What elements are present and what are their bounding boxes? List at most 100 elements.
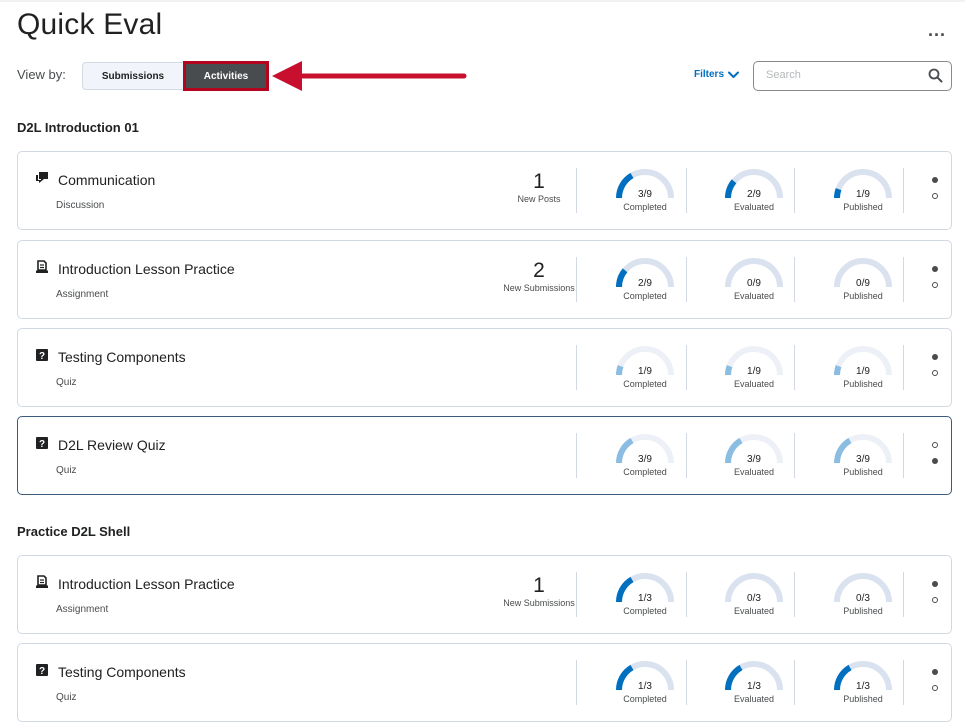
published-gauge[interactable]: 1/9 Published	[828, 168, 898, 218]
divider	[576, 345, 577, 390]
completed-label: Completed	[623, 202, 667, 212]
divider	[686, 345, 687, 390]
activity-type: Assignment	[56, 604, 109, 615]
completed-value: 1/3	[638, 681, 652, 692]
evaluated-gauge[interactable]: 1/9 Evaluated	[719, 345, 789, 395]
completed-label: Completed	[623, 467, 667, 477]
activity-type: Assignment	[56, 289, 109, 300]
card-pagination[interactable]	[930, 442, 942, 472]
activity-card[interactable]: Communication Discussion 1 New Posts 3/9…	[17, 151, 952, 230]
evaluated-value: 1/9	[747, 366, 761, 377]
divider	[576, 660, 577, 705]
page-dot[interactable]	[932, 370, 938, 376]
new-count-label: New Submissions	[503, 598, 575, 608]
evaluated-gauge[interactable]: 3/9 Evaluated	[719, 433, 789, 483]
page-dot[interactable]	[932, 193, 938, 199]
new-count: 1 New Submissions	[484, 574, 594, 608]
activity-name[interactable]: Introduction Lesson Practice	[58, 576, 235, 592]
new-count: 2 New Submissions	[484, 259, 594, 293]
evaluated-label: Evaluated	[733, 291, 775, 301]
divider	[794, 345, 795, 390]
evaluated-gauge[interactable]: 0/9 Evaluated	[719, 257, 789, 307]
page-dot[interactable]	[932, 685, 938, 691]
card-pagination[interactable]	[930, 581, 942, 611]
published-gauge[interactable]: 0/9 Published	[828, 257, 898, 307]
published-gauge[interactable]: 1/9 Published	[828, 345, 898, 395]
divider	[576, 257, 577, 302]
card-pagination[interactable]	[930, 354, 942, 384]
evaluated-value: 0/3	[747, 593, 761, 604]
view-by-toggle: Submissions Activities	[82, 61, 270, 92]
chevron-down-icon	[728, 71, 740, 78]
divider	[686, 168, 687, 213]
completed-value: 1/3	[638, 593, 652, 604]
activity-type: Quiz	[56, 377, 77, 388]
completed-value: 2/9	[638, 278, 652, 289]
evaluated-gauge[interactable]: 2/9 Evaluated	[719, 168, 789, 218]
published-gauge[interactable]: 0/3 Published	[828, 572, 898, 622]
evaluated-label: Evaluated	[733, 606, 775, 616]
new-count-number: 2	[533, 259, 545, 282]
page-dot[interactable]	[932, 282, 938, 288]
divider	[903, 433, 904, 478]
activity-name[interactable]: Testing Components	[58, 349, 186, 365]
completed-label: Completed	[623, 694, 667, 704]
card-pagination[interactable]	[930, 177, 942, 207]
quiz-icon: ?	[35, 436, 49, 455]
svg-text:?: ?	[39, 666, 45, 677]
page-dot[interactable]	[932, 597, 938, 603]
card-pagination[interactable]	[930, 266, 942, 296]
search-field	[753, 61, 952, 91]
completed-gauge[interactable]: 1/3 Completed	[610, 572, 680, 622]
evaluated-label: Evaluated	[733, 467, 775, 477]
activity-card[interactable]: ? D2L Review Quiz Quiz 3/9 Completed 3/9…	[17, 416, 952, 495]
activity-name[interactable]: Introduction Lesson Practice	[58, 261, 235, 277]
divider	[903, 572, 904, 617]
completed-gauge[interactable]: 2/9 Completed	[610, 257, 680, 307]
new-count-label: New Posts	[517, 194, 561, 204]
more-options-button[interactable]: ...	[928, 20, 946, 41]
activity-card[interactable]: Introduction Lesson Practice Assignment …	[17, 555, 952, 634]
view-by-label: View by:	[17, 67, 66, 82]
published-gauge[interactable]: 1/3 Published	[828, 660, 898, 710]
activity-card[interactable]: ? Testing Components Quiz 1/3 Completed …	[17, 643, 952, 722]
filters-button[interactable]: Filters	[694, 69, 740, 80]
completed-gauge[interactable]: 1/3 Completed	[610, 660, 680, 710]
published-label: Published	[843, 379, 883, 389]
page-dot[interactable]	[932, 442, 938, 448]
evaluated-gauge[interactable]: 0/3 Evaluated	[719, 572, 789, 622]
evaluated-value: 0/9	[747, 278, 761, 289]
published-value: 1/9	[856, 366, 870, 377]
activity-card[interactable]: Introduction Lesson Practice Assignment …	[17, 240, 952, 319]
page-dot[interactable]	[932, 669, 938, 675]
activity-name[interactable]: Communication	[58, 172, 155, 188]
activity-card[interactable]: ? Testing Components Quiz 1/9 Completed …	[17, 328, 952, 407]
divider	[794, 433, 795, 478]
completed-value: 3/9	[638, 189, 652, 200]
published-gauge[interactable]: 3/9 Published	[828, 433, 898, 483]
activity-name[interactable]: Testing Components	[58, 664, 186, 680]
evaluated-gauge[interactable]: 1/3 Evaluated	[719, 660, 789, 710]
page-dot[interactable]	[932, 177, 938, 183]
completed-label: Completed	[623, 606, 667, 616]
completed-gauge[interactable]: 3/9 Completed	[610, 168, 680, 218]
divider	[576, 572, 577, 617]
search-icon[interactable]	[928, 68, 943, 83]
evaluated-label: Evaluated	[733, 694, 775, 704]
page-dot[interactable]	[932, 354, 938, 360]
page-dot[interactable]	[932, 458, 938, 464]
completed-gauge[interactable]: 1/9 Completed	[610, 345, 680, 395]
activity-type: Quiz	[56, 692, 77, 703]
completed-gauge[interactable]: 3/9 Completed	[610, 433, 680, 483]
divider	[903, 660, 904, 705]
divider	[794, 572, 795, 617]
search-input[interactable]	[764, 68, 918, 82]
new-count-number: 1	[533, 574, 545, 597]
card-pagination[interactable]	[930, 669, 942, 699]
page-dot[interactable]	[932, 266, 938, 272]
divider	[686, 660, 687, 705]
activities-tab[interactable]: Activities	[183, 61, 269, 91]
submissions-tab[interactable]: Submissions	[82, 62, 184, 90]
activity-name[interactable]: D2L Review Quiz	[58, 437, 166, 453]
page-dot[interactable]	[932, 581, 938, 587]
